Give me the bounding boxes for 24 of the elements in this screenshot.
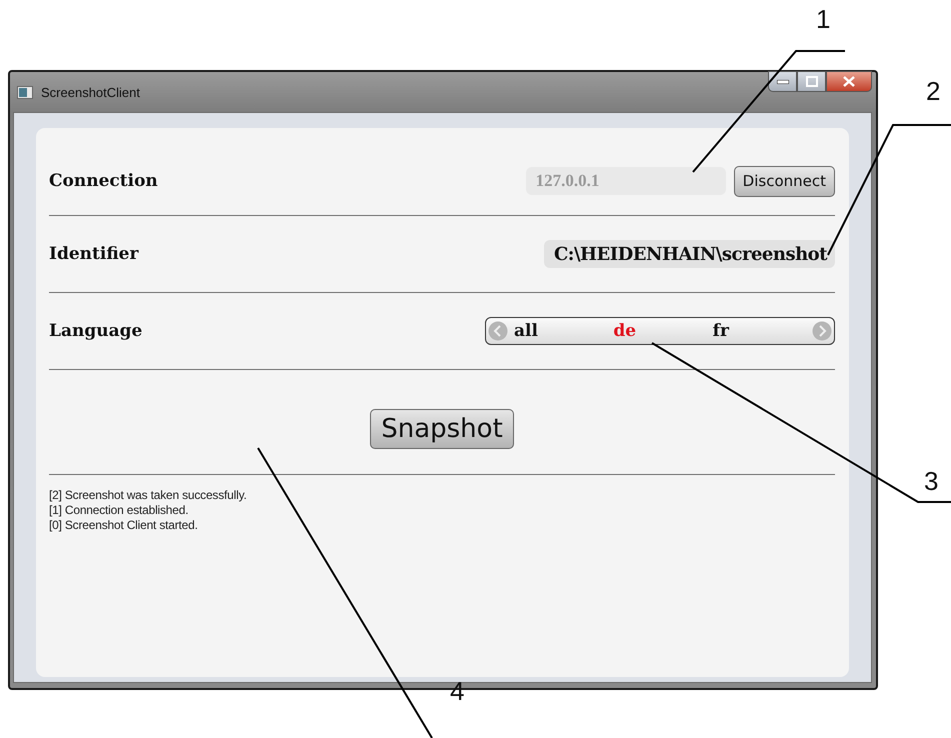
minimize-button[interactable]: [768, 71, 797, 92]
close-icon: [843, 76, 855, 87]
identifier-label: Identifier: [49, 244, 138, 264]
connection-label: Connection: [49, 171, 158, 191]
maximize-button[interactable]: [797, 71, 826, 92]
callout-number: 2: [926, 76, 940, 106]
app-icon: [17, 86, 33, 98]
identifier-field[interactable]: C:\HEIDENHAIN\screenshot: [544, 240, 835, 268]
window-title: ScreenshotClient: [41, 84, 140, 100]
close-button[interactable]: [826, 71, 872, 92]
log-line: [0] Screenshot Client started.: [49, 518, 199, 533]
language-label: Language: [49, 321, 142, 341]
callout-number: 3: [924, 466, 938, 496]
maximize-icon: [806, 76, 818, 87]
log-line: [1] Connection established.: [49, 503, 190, 518]
snapshot-button[interactable]: Snapshot: [370, 409, 514, 449]
minimize-icon: [776, 80, 788, 84]
disconnect-button[interactable]: Disconnect: [734, 166, 835, 196]
language-option[interactable]: all: [508, 321, 614, 341]
language-option[interactable]: fr: [712, 321, 812, 341]
language-selector[interactable]: all de fr: [485, 317, 835, 345]
callout-number: 1: [816, 4, 830, 34]
log-line: [2] Screenshot was taken successfully.: [49, 488, 248, 503]
language-option[interactable]: de: [613, 321, 713, 341]
